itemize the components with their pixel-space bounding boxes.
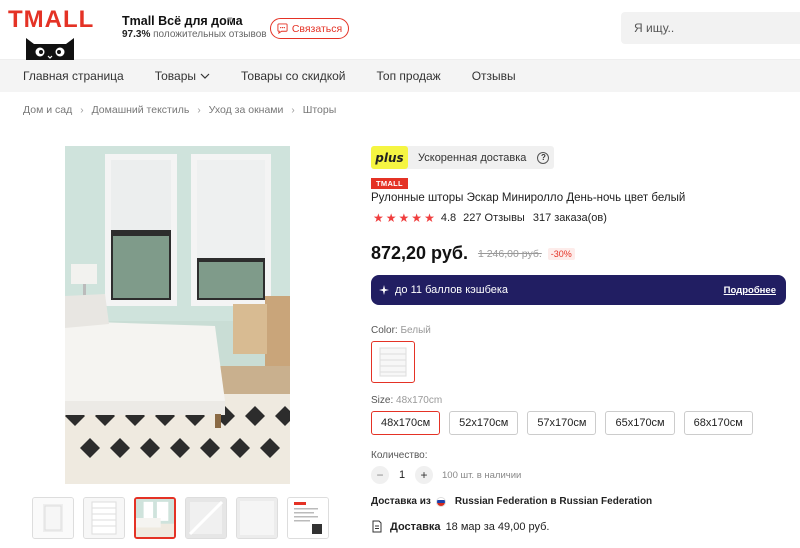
discount-badge: -30%	[547, 247, 575, 260]
thumbnail-strip	[32, 497, 329, 539]
price-row: 872,20 руб. 1 246,00 руб. -30%	[371, 243, 575, 264]
star-icon: ★	[411, 211, 423, 225]
nav-home[interactable]: Главная страница	[23, 69, 124, 83]
size-option[interactable]: 68x170см	[683, 411, 753, 435]
cashback-more-link[interactable]: Подробнее	[724, 285, 776, 296]
color-value: Белый	[400, 325, 431, 336]
size-option-selected[interactable]: 48x170см	[371, 411, 441, 435]
chevron-down-icon	[200, 73, 210, 79]
current-price: 872,20 руб.	[371, 243, 468, 263]
chevron-right-icon: ›	[197, 104, 201, 116]
size-label-text: Size:	[371, 395, 394, 406]
store-rating-text: положительных отзывов	[153, 29, 267, 40]
plus-badge: plus	[371, 146, 408, 169]
size-option[interactable]: 57x170см	[527, 411, 597, 435]
thumbnail[interactable]	[185, 497, 227, 539]
breadcrumb-item[interactable]: Шторы	[303, 104, 337, 116]
nav-reviews[interactable]: Отзывы	[472, 69, 516, 83]
stock-status: 100 шт. в наличии	[442, 469, 522, 481]
cashback-text: до 11 баллов кэшбека	[395, 284, 509, 296]
nav-products-label: Товары	[154, 69, 197, 83]
store-rating-pct: 97.3%	[122, 29, 151, 40]
size-value: 48x170cm	[396, 395, 443, 406]
rating-value: 4.8	[440, 212, 457, 224]
thumbnail[interactable]	[32, 497, 74, 539]
size-option[interactable]: 65x170см	[605, 411, 675, 435]
breadcrumb-item[interactable]: Домашний текстиль	[92, 104, 190, 116]
quantity-value[interactable]: 1	[389, 469, 415, 481]
help-icon[interactable]: ?	[537, 151, 550, 164]
blind-swatch-image	[379, 347, 407, 377]
thumbnail[interactable]	[83, 497, 125, 539]
bedroom-photo	[65, 146, 290, 484]
caret-down-icon[interactable]: ▼	[226, 15, 234, 24]
store-rating: 97.3% положительных отзывов	[122, 29, 267, 40]
old-price: 1 246,00 руб.	[477, 247, 542, 260]
nav-products[interactable]: Товары	[155, 69, 210, 83]
rating-stars: ★ ★ ★ ★ ★	[373, 212, 435, 224]
document-icon	[372, 520, 382, 533]
star-icon: ★	[373, 211, 384, 225]
cat-logo-icon	[26, 38, 74, 60]
fast-delivery-bar[interactable]: plus Ускоренная доставка ?	[371, 146, 554, 169]
color-label: Color: Белый	[371, 325, 431, 336]
search-input[interactable]	[621, 12, 800, 44]
header: TMALL Tmall Всё для дома ▼ 97.3% положит…	[0, 0, 800, 60]
nav-top-sales[interactable]: Топ продаж	[377, 69, 441, 83]
nav-top-sales-label: Топ продаж	[376, 69, 441, 83]
product-main-image[interactable]	[65, 146, 290, 484]
delivery-label: Доставка	[390, 520, 441, 533]
contact-button[interactable]: Связаться	[270, 18, 349, 39]
quantity-increase-button[interactable]: +	[415, 466, 433, 484]
star-icon: ★	[424, 211, 435, 225]
size-label: Size: 48x170cm	[371, 395, 442, 406]
rating-row: ★ ★ ★ ★ ★ 4.8 227 Отзывы 317 заказа(ов)	[373, 212, 607, 224]
nav-discounts[interactable]: Товары со скидкой	[241, 69, 345, 83]
color-label-text: Color:	[371, 325, 398, 336]
size-options: 48x170см 52x170см 57x170см 65x170см 68x1…	[371, 411, 753, 435]
quantity-label: Количество:	[371, 450, 428, 461]
thumbnail[interactable]	[236, 497, 278, 539]
tmall-badge: TMALL	[371, 178, 408, 189]
orders-count: 317 заказа(ов)	[532, 212, 607, 224]
cashback-banner[interactable]: до 11 баллов кэшбека Подробнее	[371, 275, 786, 305]
color-swatch-white[interactable]	[371, 341, 415, 383]
nav-home-label: Главная страница	[23, 69, 124, 83]
store-name[interactable]: Tmall Всё для дома	[122, 14, 243, 28]
ship-from-label: Доставка из	[371, 496, 431, 507]
tmall-logo[interactable]: TMALL	[8, 6, 93, 60]
nav-reviews-label: Отзывы	[471, 69, 516, 83]
star-icon: ★	[385, 211, 397, 225]
breadcrumb-item[interactable]: Дом и сад	[23, 104, 72, 116]
delivery-value: 18 мар за 49,00 руб.	[445, 520, 550, 533]
star-icon: ★	[398, 211, 410, 225]
logo-text: TMALL	[8, 6, 95, 33]
chat-bubble-icon	[277, 23, 288, 34]
fast-delivery-label: Ускоренная доставка	[418, 151, 527, 164]
quantity-decrease-button[interactable]: −	[371, 466, 389, 484]
delivery-row: Доставка 18 мар за 49,00 руб.	[371, 520, 549, 533]
ship-from-value[interactable]: Russian Federation в Russian Federation	[455, 496, 652, 507]
breadcrumb-item[interactable]: Уход за окнами	[209, 104, 284, 116]
reviews-link[interactable]: 227 Отзывы	[463, 212, 525, 224]
nav-discounts-label: Товары со скидкой	[241, 69, 346, 83]
chevron-right-icon: ›	[80, 104, 84, 116]
ship-from: Доставка из Russian Federation в Russian…	[371, 496, 652, 507]
chevron-right-icon: ›	[291, 104, 295, 116]
thumbnail-active[interactable]	[134, 497, 176, 539]
store-nav: Главная страница Товары Товары со скидко…	[0, 60, 800, 92]
thumbnail[interactable]	[287, 497, 329, 539]
contact-label: Связаться	[291, 22, 343, 35]
russia-flag-icon	[435, 496, 446, 507]
cashback-icon	[379, 285, 389, 295]
quantity-stepper: − 1 + 100 шт. в наличии	[371, 466, 521, 484]
product-title: Рулонные шторы Эскар Миниролло День-ночь…	[371, 192, 686, 204]
size-option[interactable]: 52x170см	[449, 411, 519, 435]
breadcrumb: Дом и сад › Домашний текстиль › Уход за …	[23, 104, 336, 116]
